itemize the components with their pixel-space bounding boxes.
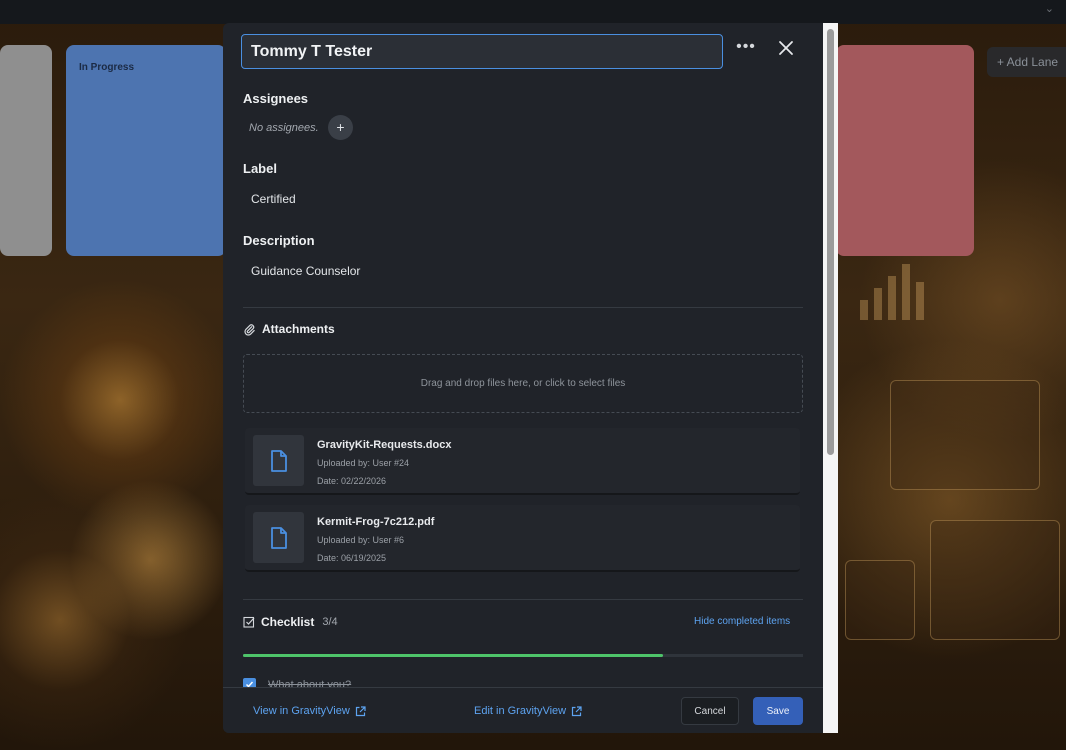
label-value[interactable]: Certified — [251, 192, 296, 206]
attachment-date: Date: 06/19/2025 — [317, 553, 387, 563]
background-decoration — [845, 560, 915, 640]
attachments-heading: Attachments — [262, 322, 335, 336]
document-icon — [270, 449, 287, 472]
hide-completed-button[interactable]: Hide completed items — [694, 616, 790, 627]
top-bar: ⌄ — [0, 0, 1066, 24]
checklist-heading: Checklist — [261, 615, 315, 629]
checklist-checkbox[interactable] — [243, 678, 256, 687]
checklist-item-label: What about you? — [268, 678, 352, 688]
ellipsis-icon: ••• — [736, 38, 756, 55]
attachment-item[interactable]: GravityKit-Requests.docx Uploaded by: Us… — [245, 428, 800, 495]
close-button[interactable] — [775, 37, 797, 59]
modal-body[interactable]: ••• Assignees No assignees. + Label Cert… — [223, 23, 823, 687]
view-in-gravityview-link[interactable]: View in GravityView — [253, 705, 366, 717]
modal-footer: View in GravityView Edit in GravityView … — [223, 687, 823, 733]
add-assignee-button[interactable]: + — [328, 115, 353, 140]
checklist-count: 3/4 — [322, 616, 338, 628]
edit-in-gravityview-link[interactable]: Edit in GravityView — [474, 705, 582, 717]
view-link-label: View in GravityView — [253, 705, 350, 717]
lane-left — [0, 45, 52, 256]
more-options-button[interactable]: ••• — [734, 39, 758, 59]
attachment-item[interactable]: Kermit-Frog-7c212.pdf Uploaded by: User … — [245, 505, 800, 572]
attachment-uploader: Uploaded by: User #6 — [317, 535, 405, 545]
background-decoration — [890, 380, 1040, 490]
file-thumbnail — [253, 435, 304, 486]
lane-in-progress: In Progress — [66, 45, 226, 256]
attachment-uploader: Uploaded by: User #24 — [317, 458, 410, 468]
checklist-icon — [243, 616, 255, 628]
card-edit-modal: ••• Assignees No assignees. + Label Cert… — [223, 23, 838, 733]
divider — [243, 307, 803, 308]
divider — [243, 599, 803, 600]
attachment-name: Kermit-Frog-7c212.pdf — [317, 516, 435, 528]
file-dropzone[interactable]: Drag and drop files here, or click to se… — [243, 354, 803, 413]
add-lane-button[interactable]: + Add Lane — [987, 47, 1066, 77]
edit-link-label: Edit in GravityView — [474, 705, 567, 717]
attachments-header: Attachments — [243, 322, 335, 336]
external-link-icon — [572, 705, 582, 716]
paperclip-icon — [244, 323, 255, 336]
checklist-progress-fill — [243, 654, 663, 657]
checkmark-icon — [245, 681, 254, 687]
card-title-input[interactable] — [241, 34, 723, 69]
assignees-heading: Assignees — [243, 91, 309, 106]
checklist-header: Checklist 3/4 — [243, 615, 338, 629]
external-link-icon — [355, 705, 366, 716]
save-button[interactable]: Save — [753, 697, 803, 725]
description-heading: Description — [243, 233, 315, 248]
chevron-down-icon[interactable]: ⌄ — [1045, 2, 1054, 15]
attachment-name: GravityKit-Requests.docx — [317, 439, 452, 451]
label-heading: Label — [243, 161, 277, 176]
description-value[interactable]: Guidance Counselor — [251, 264, 360, 278]
background-decoration — [930, 520, 1060, 640]
attachment-date: Date: 02/22/2026 — [317, 476, 387, 486]
close-icon — [779, 41, 793, 55]
no-assignees-text: No assignees. — [249, 122, 319, 134]
document-icon — [270, 526, 287, 549]
lane-title: In Progress — [79, 62, 135, 73]
checklist-item[interactable]: What about you? — [243, 678, 351, 687]
scrollbar[interactable] — [823, 23, 838, 733]
lane-right — [836, 45, 974, 256]
cancel-button[interactable]: Cancel — [681, 697, 739, 725]
background-decoration — [860, 260, 940, 320]
scrollbar-thumb[interactable] — [827, 29, 834, 455]
file-thumbnail — [253, 512, 304, 563]
checklist-progress-bar — [243, 654, 803, 657]
